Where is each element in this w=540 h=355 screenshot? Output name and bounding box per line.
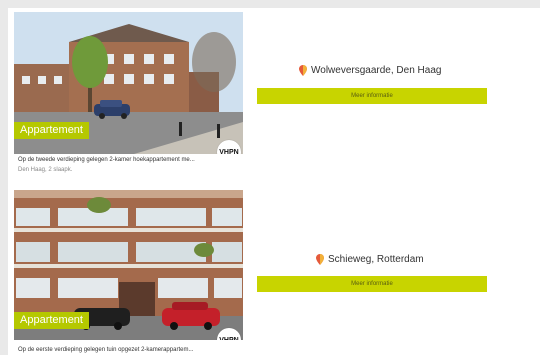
window-frame-top bbox=[0, 0, 540, 8]
location-pin-icon bbox=[316, 254, 324, 265]
listing-description: Op de eerste verdieping gelegen tuin opg… bbox=[18, 347, 194, 353]
window-frame-left bbox=[0, 0, 8, 355]
listing-card-2[interactable]: Appartement VHPN Op de eerste verdieping… bbox=[14, 190, 243, 355]
listing-photo-1[interactable]: Appartement VHPN bbox=[14, 12, 243, 154]
type-badge: Appartement bbox=[14, 122, 89, 139]
listing-title[interactable]: Wolweversgaarde, Den Haag bbox=[311, 65, 441, 76]
type-badge: Appartement bbox=[14, 312, 89, 329]
meer-informatie-button[interactable]: Meer informatie bbox=[257, 88, 487, 104]
listing-card-1[interactable]: Appartement VHPN Op de tweede verdieping… bbox=[14, 12, 243, 178]
listing-title-row-2: Schieweg, Rotterdam bbox=[316, 254, 424, 265]
listing-location-small: Den Haag, 2 slaapk. bbox=[18, 167, 73, 173]
listing-title-row-1: Wolweversgaarde, Den Haag bbox=[299, 65, 441, 76]
listing-description: Op de tweede verdieping gelegen 2-kamer … bbox=[18, 157, 195, 163]
listing-title[interactable]: Schieweg, Rotterdam bbox=[328, 254, 424, 265]
location-pin-icon bbox=[299, 65, 307, 76]
meer-informatie-button[interactable]: Meer informatie bbox=[257, 276, 487, 292]
listing-photo-2[interactable]: Appartement VHPN bbox=[14, 190, 243, 340]
